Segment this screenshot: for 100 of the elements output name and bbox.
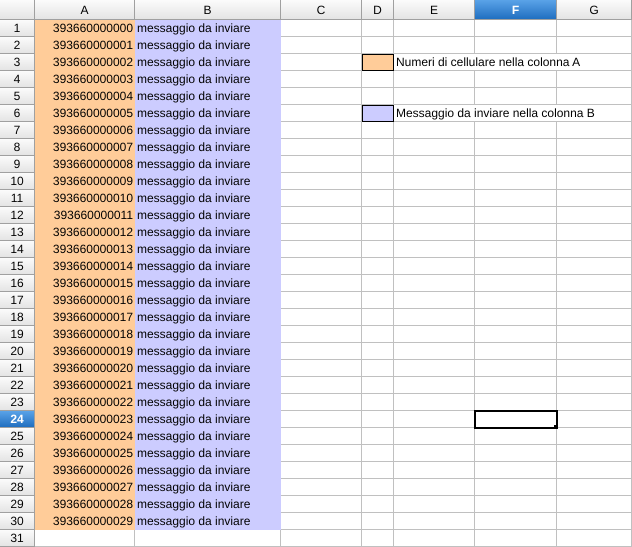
table-cell: 393660000004 (35, 88, 135, 105)
table-cell: 393660000006 (35, 122, 135, 139)
table-cell: 393660000029 (35, 513, 135, 530)
table-cell: 393660000021 (35, 377, 135, 394)
table-cell: 393660000014 (35, 258, 135, 275)
table-cell: 393660000016 (35, 292, 135, 309)
row-header[interactable]: 4 (0, 71, 35, 88)
row-header[interactable]: 21 (0, 360, 35, 377)
table-cell: messaggio da inviare (135, 394, 281, 411)
row-header[interactable]: 14 (0, 241, 35, 258)
row-header[interactable]: 22 (0, 377, 35, 394)
row-header[interactable]: 19 (0, 326, 35, 343)
row-header[interactable]: 23 (0, 394, 35, 411)
row-header[interactable]: 25 (0, 428, 35, 445)
table-cell: messaggio da inviare (135, 343, 281, 360)
table-cell: 393660000003 (35, 71, 135, 88)
table-cell: messaggio da inviare (135, 139, 281, 156)
table-cell: 393660000015 (35, 275, 135, 292)
row-header[interactable]: 1 (0, 20, 35, 37)
row-header[interactable]: 15 (0, 258, 35, 275)
table-cell: messaggio da inviare (135, 37, 281, 54)
row-header[interactable]: 20 (0, 343, 35, 360)
table-cell: 393660000022 (35, 394, 135, 411)
table-cell: 393660000008 (35, 156, 135, 173)
row-header[interactable]: 29 (0, 496, 35, 513)
table-cell: messaggio da inviare (135, 360, 281, 377)
row-header[interactable]: 16 (0, 275, 35, 292)
table-cell: 393660000010 (35, 190, 135, 207)
table-cell: 393660000028 (35, 496, 135, 513)
table-cell: 393660000002 (35, 54, 135, 71)
table-cell: messaggio da inviare (135, 513, 281, 530)
legend-label: Messaggio da inviare nella colonna B (396, 105, 595, 121)
table-cell: 393660000009 (35, 173, 135, 190)
row-header[interactable]: 31 (0, 530, 35, 547)
table-cell: 393660000007 (35, 139, 135, 156)
table-cell: 393660000024 (35, 428, 135, 445)
row-header[interactable]: 2 (0, 37, 35, 54)
table-cell: 393660000012 (35, 224, 135, 241)
table-cell: 393660000005 (35, 105, 135, 122)
row-header[interactable]: 10 (0, 173, 35, 190)
table-cell: messaggio da inviare (135, 292, 281, 309)
row-header[interactable]: 5 (0, 88, 35, 105)
table-cell: messaggio da inviare (135, 207, 281, 224)
table-cell: 393660000023 (35, 411, 135, 428)
table-cell: messaggio da inviare (135, 224, 281, 241)
table-cell: messaggio da inviare (135, 479, 281, 496)
row-header[interactable]: 7 (0, 122, 35, 139)
table-cell: messaggio da inviare (135, 496, 281, 513)
table-cell: 393660000013 (35, 241, 135, 258)
row-header[interactable]: 18 (0, 309, 35, 326)
table-cell: messaggio da inviare (135, 445, 281, 462)
table-cell: 393660000017 (35, 309, 135, 326)
column-header[interactable]: E (394, 0, 475, 20)
row-header[interactable]: 30 (0, 513, 35, 530)
row-header[interactable]: 6 (0, 105, 35, 122)
row-header[interactable]: 27 (0, 462, 35, 479)
table-cell: messaggio da inviare (135, 156, 281, 173)
table-cell: messaggio da inviare (135, 173, 281, 190)
table-cell: messaggio da inviare (135, 122, 281, 139)
table-cell: 393660000019 (35, 343, 135, 360)
row-header[interactable]: 17 (0, 292, 35, 309)
table-cell: messaggio da inviare (135, 462, 281, 479)
table-cell: 393660000027 (35, 479, 135, 496)
column-header[interactable]: B (135, 0, 281, 20)
table-cell: messaggio da inviare (135, 377, 281, 394)
row-header[interactable]: 28 (0, 479, 35, 496)
column-header[interactable]: D (362, 0, 394, 20)
table-cell: messaggio da inviare (135, 54, 281, 71)
table-cell: messaggio da inviare (135, 258, 281, 275)
row-header[interactable]: 12 (0, 207, 35, 224)
table-cell: 393660000026 (35, 462, 135, 479)
table-cell: 393660000011 (35, 207, 135, 224)
table-cell: messaggio da inviare (135, 428, 281, 445)
row-header[interactable]: 24 (0, 411, 35, 428)
table-cell: messaggio da inviare (135, 71, 281, 88)
table-cell: 393660000025 (35, 445, 135, 462)
table-cell: messaggio da inviare (135, 241, 281, 258)
row-header[interactable]: 26 (0, 445, 35, 462)
table-cell: messaggio da inviare (135, 309, 281, 326)
table-cell: 393660000018 (35, 326, 135, 343)
column-header[interactable]: F (475, 0, 557, 20)
table-cell: 393660000000 (35, 20, 135, 37)
row-header[interactable]: 9 (0, 156, 35, 173)
table-cell: messaggio da inviare (135, 88, 281, 105)
legend-label: Numeri di cellulare nella colonna A (396, 54, 580, 70)
table-cell: messaggio da inviare (135, 105, 281, 122)
table-cell: messaggio da inviare (135, 190, 281, 207)
row-header[interactable]: 8 (0, 139, 35, 156)
row-header[interactable]: 11 (0, 190, 35, 207)
table-cell: messaggio da inviare (135, 20, 281, 37)
column-header[interactable]: G (557, 0, 632, 20)
row-header[interactable]: 13 (0, 224, 35, 241)
column-header[interactable]: C (281, 0, 362, 20)
row-header[interactable]: 3 (0, 54, 35, 71)
table-cell: messaggio da inviare (135, 275, 281, 292)
table-cell: 393660000020 (35, 360, 135, 377)
cell-cursor[interactable] (474, 410, 558, 429)
table-cell: 393660000001 (35, 37, 135, 54)
table-cell: messaggio da inviare (135, 411, 281, 428)
column-header[interactable]: A (35, 0, 135, 20)
